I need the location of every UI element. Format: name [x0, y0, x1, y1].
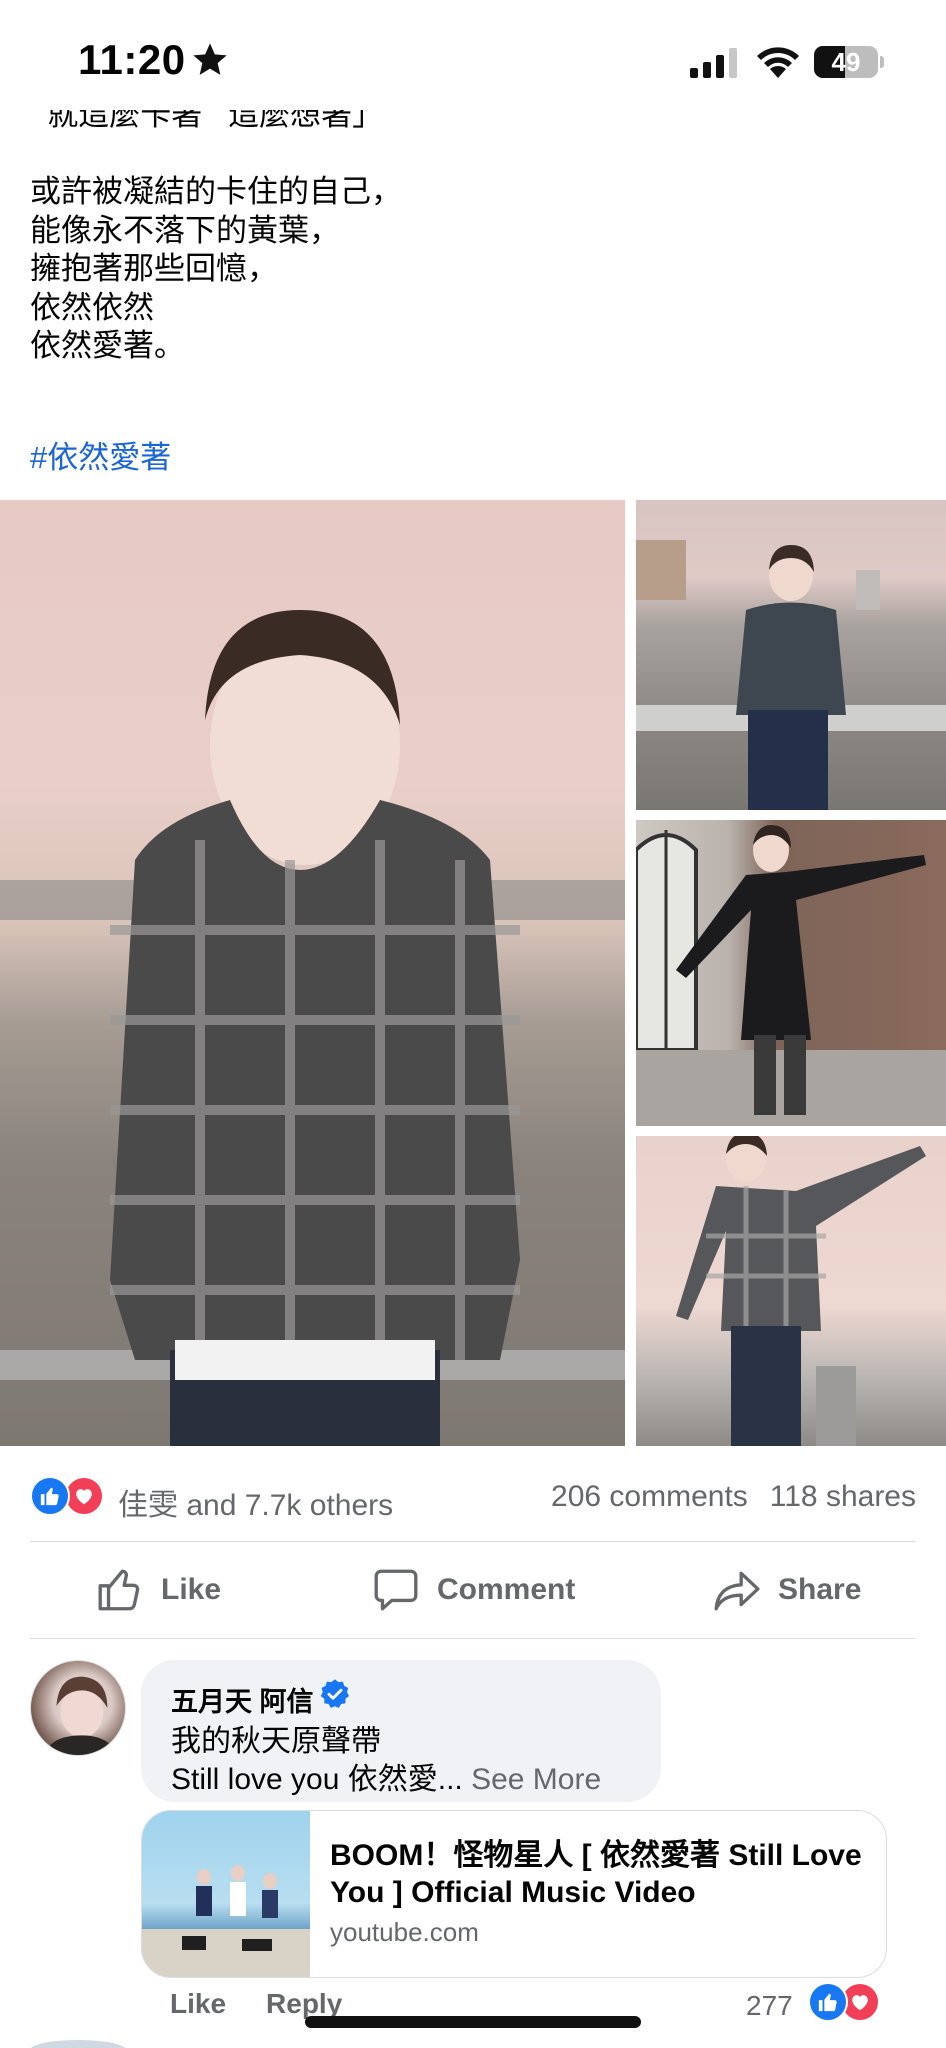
comment-reaction-count: 277: [746, 1990, 793, 2021]
like-reaction-icon: [30, 1476, 70, 1516]
home-indicator[interactable]: [305, 2016, 641, 2028]
shares-count[interactable]: 118 shares: [770, 1480, 916, 1513]
divider: [30, 1638, 916, 1639]
comment-button[interactable]: Comment: [371, 1560, 575, 1620]
engagement-counts: 206 comments 118 shares: [551, 1480, 916, 1514]
status-bar: 11:20 49: [0, 0, 946, 110]
comment-bubble[interactable]: 五月天 阿信 我的秋天原聲帶 Still love you 依然愛... See…: [141, 1660, 661, 1802]
reaction-names: 佳雯 and 7.7k others: [118, 1489, 394, 1522]
post-text: 就這麼卡著 這麼想著」 或許被凝結的卡住的自己， 能像永不落下的黃葉， 擁抱著那…: [30, 96, 910, 366]
commenter-avatar[interactable]: [30, 1660, 126, 1756]
comment-author[interactable]: 五月天 阿信: [171, 1680, 314, 1719]
reaction-icons: [30, 1476, 110, 1518]
link-preview-card[interactable]: BOOM！怪物星人 [ 依然愛著 Still Love You ] Offici…: [141, 1810, 887, 1978]
share-icon: [714, 1571, 760, 1611]
post-photo-2[interactable]: [636, 500, 946, 810]
hashtag-link[interactable]: #依然愛著: [30, 432, 171, 477]
post-photo-3[interactable]: [636, 820, 946, 1126]
see-more-link[interactable]: See More: [471, 1763, 601, 1796]
star-icon: [193, 43, 227, 75]
comment-icon: [374, 1569, 418, 1611]
share-label: Share: [778, 1573, 862, 1606]
verified-badge-icon: [320, 1679, 349, 1708]
comment-excerpt: Still love you 依然愛...: [171, 1763, 472, 1796]
divider: [30, 1541, 916, 1542]
comment-text-line2: Still love you 依然愛... See More: [171, 1754, 601, 1798]
post-line: 能像永不落下的黃葉，: [30, 212, 340, 248]
link-domain: youtube.com: [330, 1917, 479, 1947]
thumbs-up-icon: [98, 1569, 140, 1611]
share-button[interactable]: Share: [712, 1560, 861, 1620]
love-reaction-icon: [64, 1476, 104, 1516]
battery-cap: [880, 56, 884, 68]
comment-like-button[interactable]: Like: [170, 1988, 226, 2019]
battery-indicator: 49: [814, 46, 878, 78]
post-line: 依然依然: [30, 289, 154, 325]
wifi-icon: [757, 47, 799, 78]
like-reaction-icon: [808, 1982, 848, 2022]
status-time: 11:20: [78, 36, 186, 83]
post-line: 或許被凝結的卡住的自己，: [30, 174, 402, 209]
post-line: 依然愛著。: [30, 328, 185, 363]
next-comment-avatar: [30, 2040, 126, 2048]
signal-icon: [690, 48, 737, 78]
like-label: Like: [161, 1573, 222, 1606]
link-thumbnail: [142, 1811, 310, 1977]
battery-percent: 49: [831, 47, 861, 77]
reaction-summary[interactable]: 佳雯 and 7.7k others 206 comments 118 share…: [30, 1472, 916, 1524]
like-button[interactable]: Like: [95, 1560, 221, 1620]
comments-count[interactable]: 206 comments: [551, 1480, 748, 1513]
post-line: 擁抱著那些回憶，: [30, 251, 278, 286]
link-title: BOOM！怪物星人 [ 依然愛著 Still Love You ] Offici…: [330, 1839, 862, 1909]
post-photo-4[interactable]: [636, 1136, 946, 1446]
comment-label: Comment: [437, 1573, 576, 1606]
post-line: [30, 135, 910, 174]
comment-reply-button[interactable]: Reply: [266, 1988, 342, 2019]
post-photo-main[interactable]: [0, 500, 625, 1446]
